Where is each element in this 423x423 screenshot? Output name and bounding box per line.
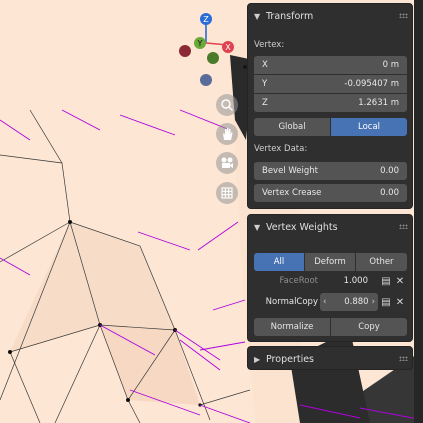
bevel-weight-field[interactable]: Bevel Weight 0.00 — [254, 162, 407, 180]
vertex-weights-panel: ▼ Vertex Weights All Deform Other FaceRo… — [247, 214, 413, 342]
transform-panel-header[interactable]: ▼ Transform — [248, 4, 412, 28]
vertex-group-name[interactable]: NormalCopy — [254, 297, 318, 307]
field-value: 0 m — [382, 60, 399, 70]
chevron-right-icon: ▶ — [254, 354, 261, 364]
properties-panel: ▶ Properties — [247, 346, 413, 370]
field-value: 1.000 — [343, 276, 368, 286]
vertex-data-label: Vertex Data: — [254, 144, 308, 154]
drag-grip-icon[interactable] — [399, 13, 408, 18]
filter-deform-toggle[interactable]: Deform — [305, 253, 355, 271]
drag-grip-icon[interactable] — [399, 224, 408, 229]
normalize-button[interactable]: Normalize — [254, 318, 330, 336]
properties-panel-header[interactable]: ▶ Properties — [248, 347, 412, 369]
field-label: Y — [262, 79, 268, 89]
gizmo-axis-x: X — [225, 43, 231, 52]
vertex-x-field[interactable]: X 0 m — [254, 56, 407, 74]
vertex-crease-field[interactable]: Vertex Crease 0.00 — [254, 184, 407, 202]
field-label: Vertex Crease — [262, 188, 322, 198]
navigation-gizmo[interactable]: Z X Y — [175, 5, 245, 95]
copy-button[interactable]: Copy — [331, 318, 407, 336]
field-value: 0.880 — [344, 297, 369, 307]
pan-button[interactable] — [216, 123, 238, 145]
increment-icon[interactable]: › — [372, 297, 375, 307]
vertex-weights-panel-header[interactable]: ▼ Vertex Weights — [248, 215, 412, 239]
vertex-z-field[interactable]: Z 1.2631 m — [254, 94, 407, 112]
filter-other-toggle[interactable]: Other — [356, 253, 407, 271]
gizmo-axis-z: Z — [203, 15, 209, 24]
field-value: 0.00 — [380, 166, 399, 176]
field-label: Bevel Weight — [262, 166, 318, 176]
zoom-icon — [221, 99, 234, 112]
drag-grip-icon[interactable] — [399, 356, 408, 361]
remove-icon[interactable]: ✕ — [393, 272, 407, 290]
paste-icon[interactable]: ▤ — [379, 293, 393, 311]
vertex-group-weight-field[interactable]: ‹ 0.880 › — [320, 293, 378, 311]
vertex-section-label: Vertex: — [254, 40, 285, 50]
camera-view-button[interactable] — [216, 152, 238, 174]
local-space-toggle[interactable]: Local — [331, 118, 407, 136]
paste-icon[interactable]: ▤ — [379, 272, 393, 290]
hand-icon — [223, 128, 233, 140]
vertex-group-name[interactable]: FaceRoot — [254, 276, 318, 286]
vertex-y-field[interactable]: Y -0.095407 m — [254, 75, 407, 93]
field-value: 0.00 — [380, 188, 399, 198]
field-label: X — [262, 60, 268, 70]
chevron-down-icon: ▼ — [254, 222, 261, 232]
chevron-down-icon: ▼ — [254, 11, 261, 21]
projection-toggle-button[interactable] — [216, 182, 238, 204]
transform-panel-title: Transform — [266, 10, 314, 22]
filter-all-toggle[interactable]: All — [254, 253, 304, 271]
field-label: Z — [262, 98, 268, 108]
camera-icon — [221, 157, 233, 168]
transform-panel: ▼ Transform Vertex: X 0 m Y -0.095407 m … — [247, 3, 413, 209]
gizmo-axis-y: Y — [197, 39, 203, 48]
zoom-button[interactable] — [216, 94, 238, 116]
properties-panel-title: Properties — [266, 353, 315, 365]
remove-icon[interactable]: ✕ — [393, 293, 407, 311]
field-value: -0.095407 m — [344, 79, 399, 89]
sidebar-tab-strip[interactable] — [414, 0, 423, 423]
vertex-group-weight-field[interactable]: 1.000 — [324, 272, 376, 290]
global-space-toggle[interactable]: Global — [254, 118, 330, 136]
grid-icon — [221, 187, 233, 199]
field-value: 1.2631 m — [358, 98, 399, 108]
vertex-weights-panel-title: Vertex Weights — [266, 221, 338, 233]
